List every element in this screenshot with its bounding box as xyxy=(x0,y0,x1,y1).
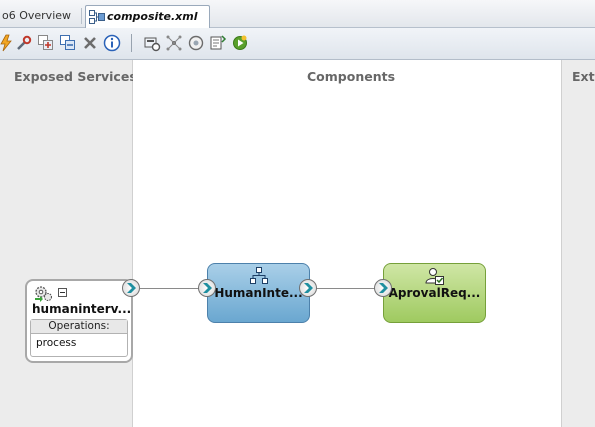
run-icon[interactable] xyxy=(231,34,249,52)
human-task-name: HumanInte... xyxy=(214,286,303,300)
human-task-component[interactable]: HumanInte... xyxy=(207,263,310,323)
lane-title-external-references: Exte xyxy=(572,69,595,84)
add-component-icon[interactable] xyxy=(37,34,55,52)
wire-human-task-to-rule[interactable] xyxy=(316,288,376,289)
business-rule-service-port[interactable] xyxy=(374,279,392,297)
service-reference-port[interactable] xyxy=(122,279,140,297)
info-icon[interactable] xyxy=(103,34,121,52)
wrench-icon[interactable] xyxy=(15,34,33,52)
toolbar-separator xyxy=(131,34,132,52)
lane-title-exposed-services: Exposed Services xyxy=(14,69,137,84)
replace-icon[interactable] xyxy=(59,34,77,52)
diagram-toolbar xyxy=(0,28,595,60)
business-rule-name: AprovalReq... xyxy=(388,286,481,300)
operations-header: Operations: xyxy=(31,320,127,334)
service-name: humaninterv... xyxy=(32,302,132,316)
tab-overview[interactable]: o6 Overview xyxy=(0,5,84,27)
chevron-right-icon xyxy=(127,283,136,293)
components-lane: Components xyxy=(133,60,560,427)
chevron-right-icon xyxy=(379,283,388,293)
chevron-right-icon xyxy=(304,283,313,293)
external-references-lane: Exte xyxy=(561,60,595,427)
business-rule-component[interactable]: AprovalReq... xyxy=(383,263,486,323)
tab-separator xyxy=(81,8,82,24)
compile-icon[interactable] xyxy=(187,34,205,52)
human-task-icon xyxy=(208,267,309,288)
collapse-toggle[interactable] xyxy=(58,288,67,297)
sensor-icon[interactable] xyxy=(165,34,183,52)
lightning-icon[interactable] xyxy=(0,34,15,52)
operations-panel: Operations: process xyxy=(30,319,128,357)
chevron-right-icon xyxy=(203,283,212,293)
editor-tab-bar: o6 Overview composite.xml xyxy=(0,0,595,29)
exposed-service-box[interactable]: humaninterv... Operations: process xyxy=(25,279,133,363)
deploy-icon[interactable] xyxy=(209,34,227,52)
wire-service-to-human-task[interactable] xyxy=(140,288,200,289)
test-icon[interactable] xyxy=(143,34,161,52)
tab-composite-xml-label: composite.xml xyxy=(107,10,198,23)
tab-overview-label: o6 Overview xyxy=(2,9,72,22)
delete-icon[interactable] xyxy=(81,34,99,52)
human-task-service-port[interactable] xyxy=(198,279,216,297)
operation-item[interactable]: process xyxy=(31,334,127,352)
exposed-services-lane: Exposed Services xyxy=(0,60,137,427)
human-task-reference-port[interactable] xyxy=(299,279,317,297)
lane-title-components: Components xyxy=(307,69,396,84)
tab-composite-xml[interactable]: composite.xml xyxy=(85,5,210,29)
